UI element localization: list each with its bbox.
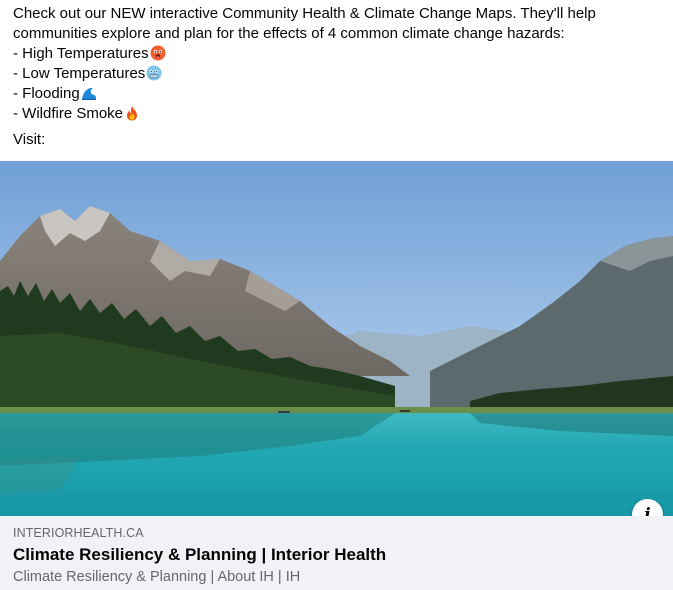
fire-emoji-icon <box>124 105 140 127</box>
hazard-label: - Low Temperatures <box>13 65 146 82</box>
hazard-item-flooding: - Flooding <box>13 84 653 104</box>
link-title[interactable]: Climate Resiliency & Planning | Interior… <box>13 545 386 565</box>
hazard-item-wildfire-smoke: - Wildfire Smoke <box>13 104 653 124</box>
link-preview-card[interactable]: INTERIORHEALTH.CA Climate Resiliency & P… <box>0 516 673 590</box>
link-domain: INTERIORHEALTH.CA <box>13 526 144 540</box>
hazard-item-high-temperatures: - High Temperatures <box>13 44 653 64</box>
link-preview-image[interactable] <box>0 161 673 516</box>
link-description: Climate Resiliency & Planning | About IH… <box>13 569 301 585</box>
hazard-label: - Wildfire Smoke <box>13 105 124 122</box>
hazard-item-low-temperatures: - Low Temperatures <box>13 64 653 84</box>
hazard-label: - Flooding <box>13 85 80 102</box>
visit-label: Visit: <box>13 131 46 148</box>
post-text: Check out our NEW interactive Community … <box>13 4 653 124</box>
post-intro-line-2: communities explore and plan for the eff… <box>13 25 565 42</box>
hazard-label: - High Temperatures <box>13 45 149 62</box>
cold-face-emoji-icon <box>146 65 162 87</box>
mountain-lake-photo <box>0 161 673 516</box>
post-intro-line-1: Check out our NEW interactive Community … <box>13 5 596 22</box>
